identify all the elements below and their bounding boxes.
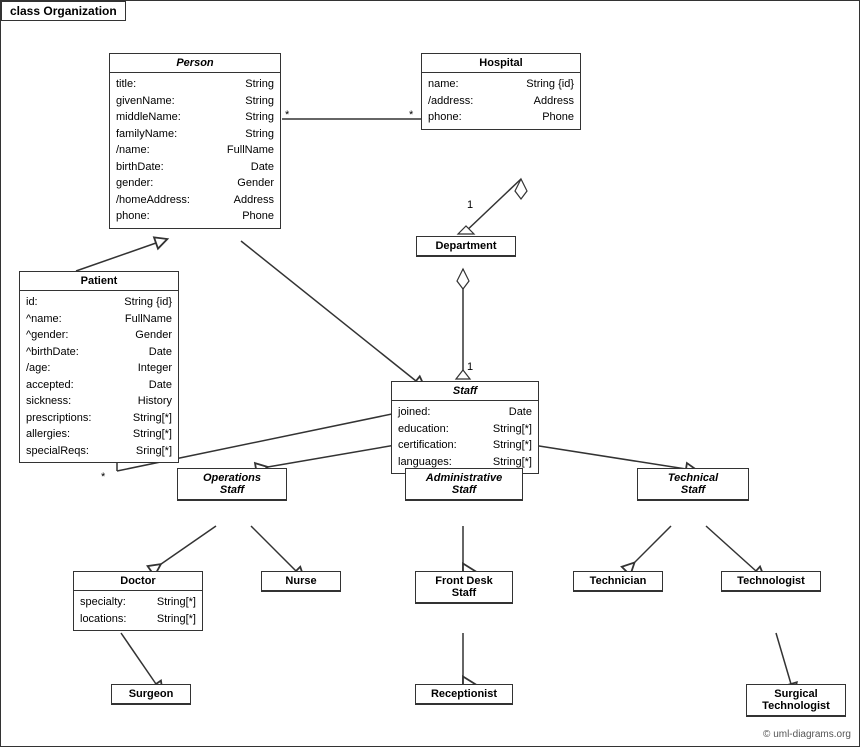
mult-patient-staff2: *: [101, 471, 105, 483]
mult-hospital-dept: 1: [467, 199, 473, 211]
surgical-tech-title: SurgicalTechnologist: [747, 685, 845, 716]
technologist-title: Technologist: [722, 572, 820, 591]
patient-title: Patient: [20, 272, 178, 291]
doctor-attrs: specialty:String[*] locations:String[*]: [74, 591, 202, 630]
patient-class: Patient id:String {id} ^name:FullName ^g…: [19, 271, 179, 463]
receptionist-title: Receptionist: [416, 685, 512, 704]
admin-staff-title: AdministrativeStaff: [406, 469, 522, 500]
person-title: Person: [110, 54, 280, 73]
department-title: Department: [417, 237, 515, 256]
receptionist-class: Receptionist: [415, 684, 513, 705]
nurse-title: Nurse: [262, 572, 340, 591]
doctor-title: Doctor: [74, 572, 202, 591]
patient-attrs: id:String {id} ^name:FullName ^gender:Ge…: [20, 291, 178, 462]
staff-attrs: joined:Date education:String[*] certific…: [392, 401, 538, 473]
hospital-class: Hospital name:String {id} /address:Addre…: [421, 53, 581, 130]
technical-staff-class: TechnicalStaff: [637, 468, 749, 501]
surgical-tech-class: SurgicalTechnologist: [746, 684, 846, 717]
frontdesk-class: Front DeskStaff: [415, 571, 513, 604]
staff-title: Staff: [392, 382, 538, 401]
hospital-title: Hospital: [422, 54, 580, 73]
technical-staff-title: TechnicalStaff: [638, 469, 748, 500]
diagram-title: class Organization: [1, 1, 126, 21]
nurse-class: Nurse: [261, 571, 341, 592]
admin-staff-class: AdministrativeStaff: [405, 468, 523, 501]
mult-dept-staff: 1: [467, 361, 473, 373]
surgeon-title: Surgeon: [112, 685, 190, 704]
doctor-class: Doctor specialty:String[*] locations:Str…: [73, 571, 203, 631]
hospital-attrs: name:String {id} /address:Address phone:…: [422, 73, 580, 129]
frontdesk-title: Front DeskStaff: [416, 572, 512, 603]
technician-title: Technician: [574, 572, 662, 591]
person-attrs: title:String givenName:String middleName…: [110, 73, 280, 228]
diagram-container: class Organization: [0, 0, 860, 747]
operations-staff-class: OperationsStaff: [177, 468, 287, 501]
department-class: Department: [416, 236, 516, 257]
technician-class: Technician: [573, 571, 663, 592]
surgeon-class: Surgeon: [111, 684, 191, 705]
person-class: Person title:String givenName:String mid…: [109, 53, 281, 229]
operations-staff-title: OperationsStaff: [178, 469, 286, 500]
watermark: © uml-diagrams.org: [763, 729, 851, 740]
mult-hospital-person: *: [409, 109, 413, 121]
technologist-class: Technologist: [721, 571, 821, 592]
mult-person-hospital: *: [285, 109, 289, 121]
staff-class: Staff joined:Date education:String[*] ce…: [391, 381, 539, 474]
